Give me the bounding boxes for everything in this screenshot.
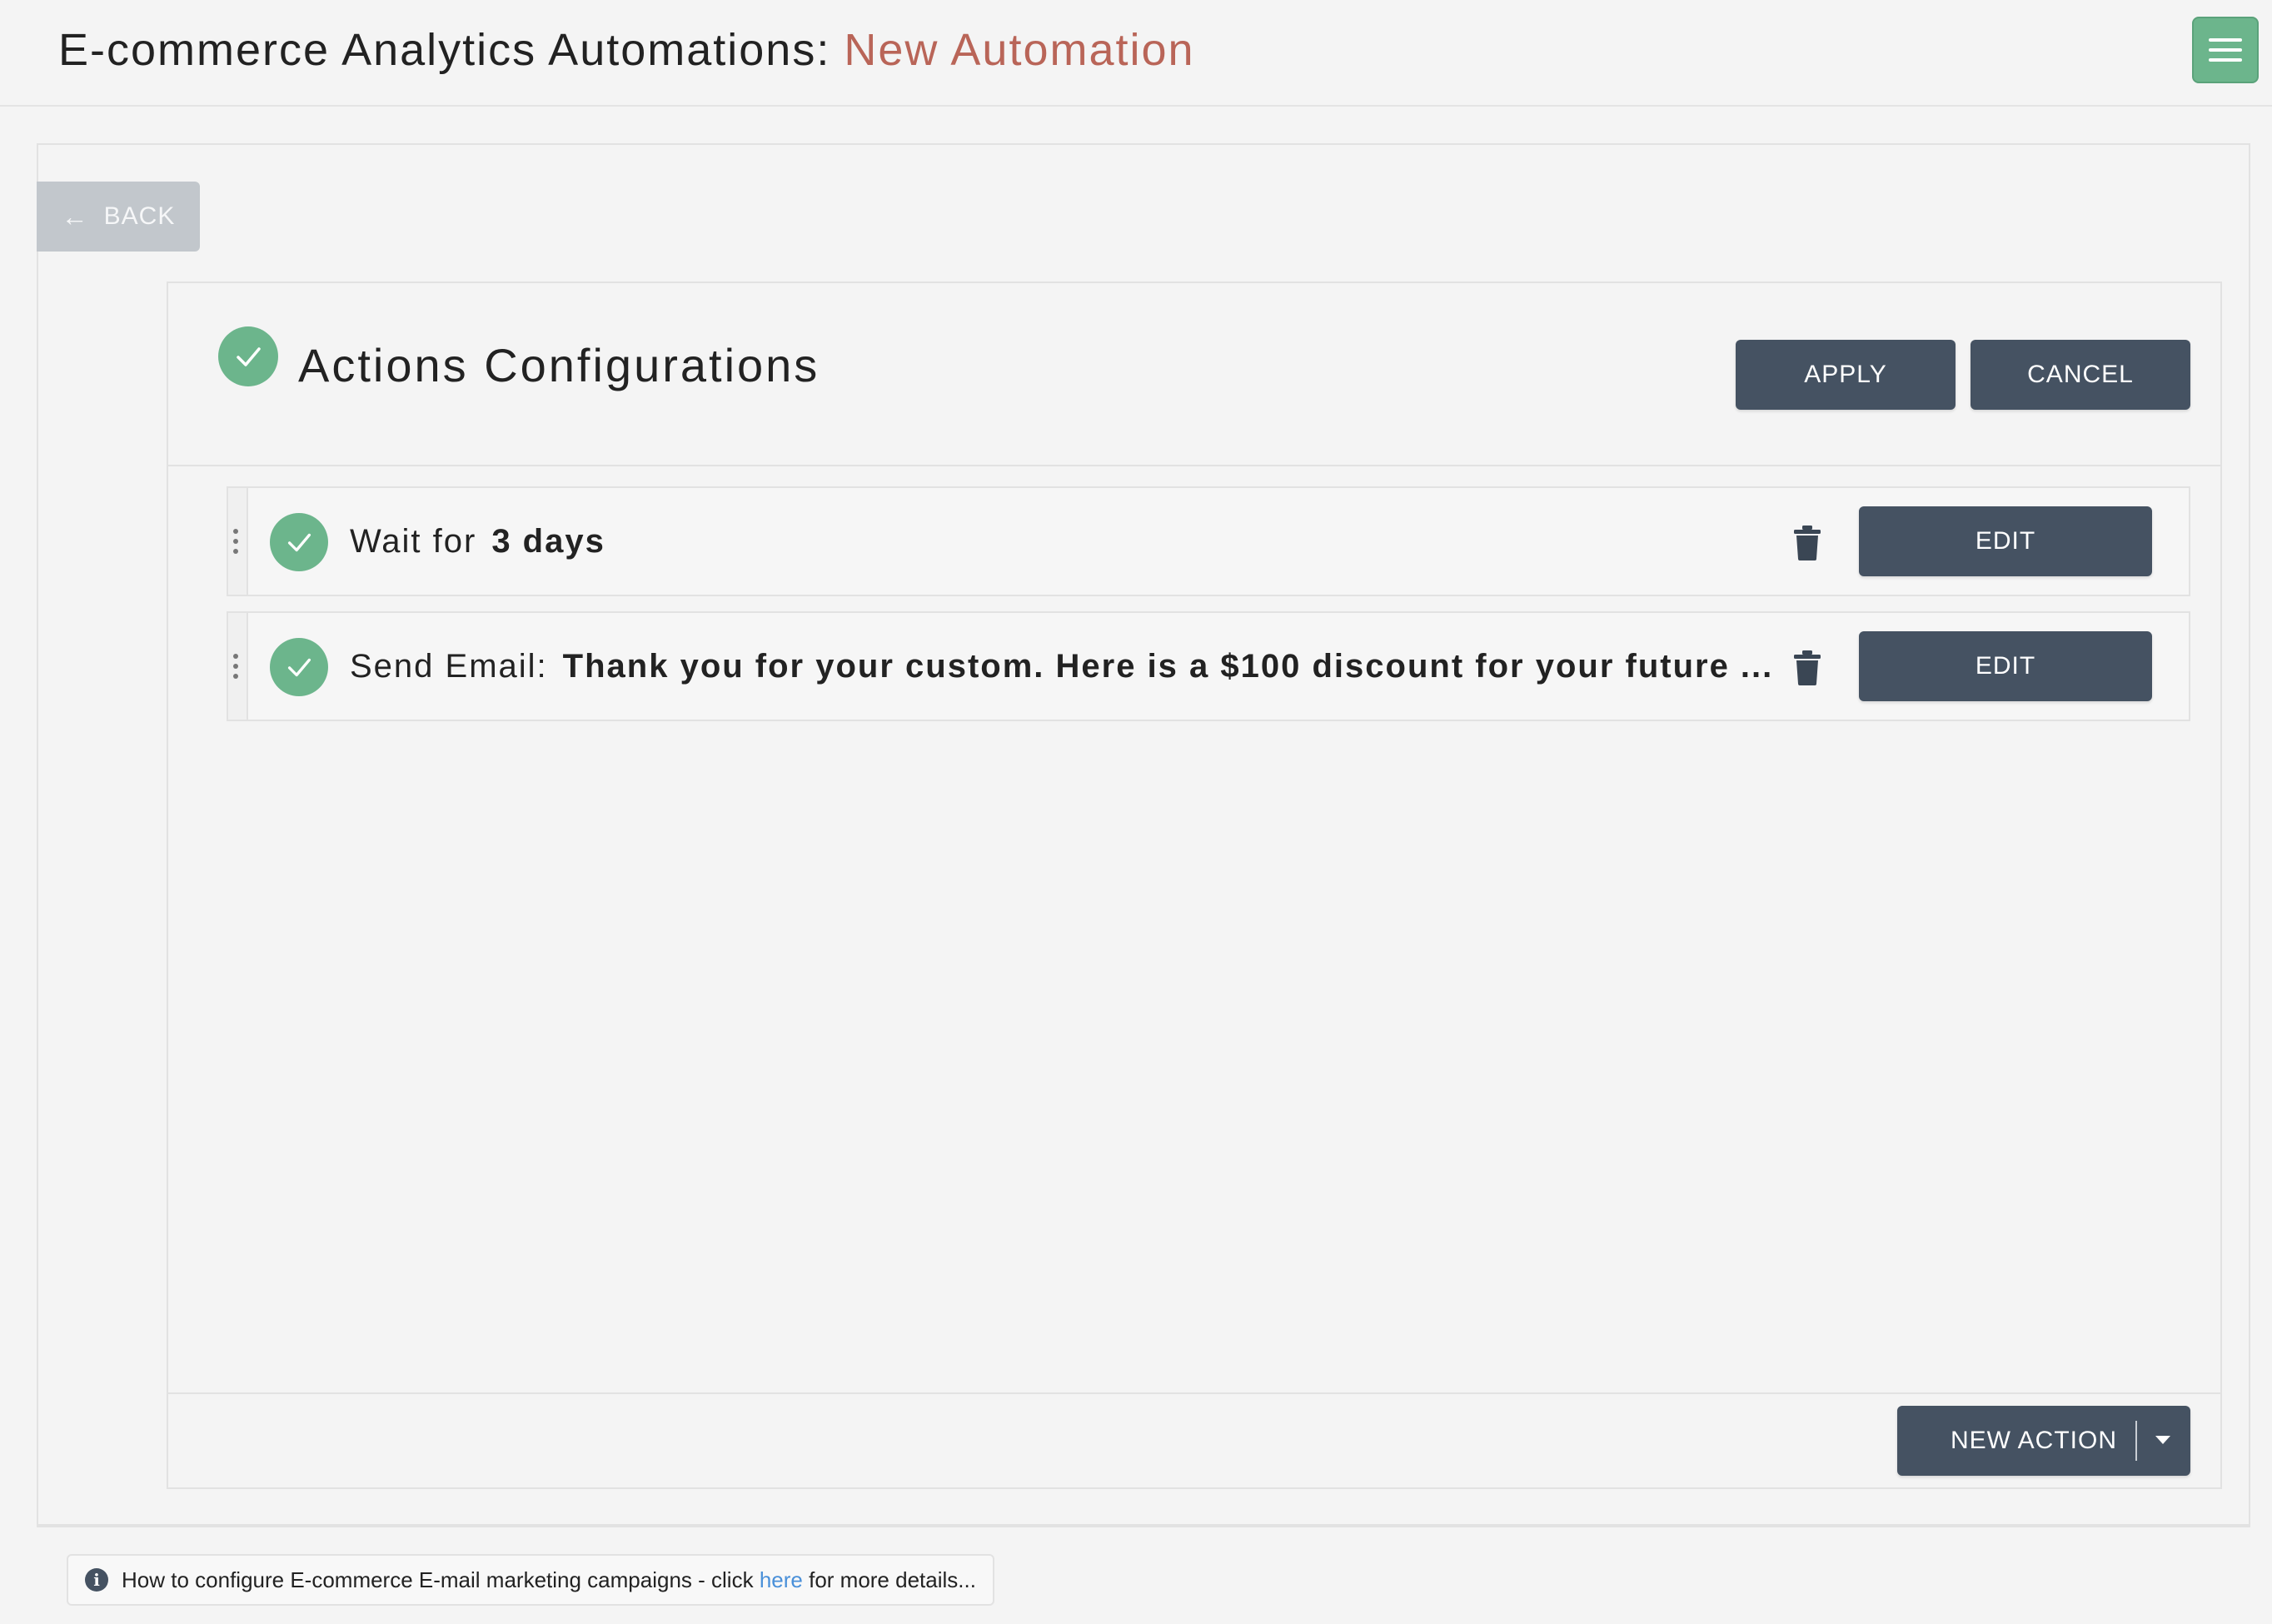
action-value: 3 days xyxy=(491,522,605,560)
arrow-left-icon: ← xyxy=(61,201,89,232)
check-circle-icon xyxy=(270,638,328,696)
actions-configurations-card xyxy=(167,281,2222,1489)
action-row-wait: Wait for 3 days EDIT xyxy=(227,486,2190,596)
hamburger-menu-icon[interactable] xyxy=(2192,17,2259,83)
help-info-box: i How to configure E-commerce E-mail mar… xyxy=(67,1554,994,1606)
new-action-label[interactable]: NEW ACTION xyxy=(1951,1427,2117,1455)
page-title-automation-name: New Automation xyxy=(844,25,1195,75)
action-row-send-email: Send Email: Thank you for your custom. H… xyxy=(227,611,2190,721)
split-divider xyxy=(2135,1421,2137,1461)
check-circle-icon xyxy=(270,513,328,571)
drag-handle[interactable] xyxy=(228,488,248,595)
help-text: How to configure E-commerce E-mail marke… xyxy=(122,1567,976,1593)
back-button-label: BACK xyxy=(103,202,176,230)
help-text-before: How to configure E-commerce E-mail marke… xyxy=(122,1567,754,1592)
new-action-split-button[interactable]: NEW ACTION xyxy=(1897,1406,2190,1476)
drag-handle-icon[interactable] xyxy=(233,529,238,554)
info-icon: i xyxy=(85,1568,108,1592)
edit-button[interactable]: EDIT xyxy=(1859,506,2152,576)
cancel-button[interactable]: CANCEL xyxy=(1971,340,2190,410)
caret-down-icon[interactable] xyxy=(2155,1436,2170,1444)
page-title: E-commerce Analytics Automations: New Aut… xyxy=(58,23,1195,77)
help-link[interactable]: here xyxy=(760,1567,803,1592)
action-type-label: Wait for xyxy=(350,522,477,560)
card-header-divider xyxy=(167,465,2222,466)
check-circle-icon xyxy=(218,326,278,386)
page-title-main: E-commerce Analytics Automations: xyxy=(58,25,831,75)
action-type-label: Send Email: xyxy=(350,647,548,685)
apply-button[interactable]: APPLY xyxy=(1736,340,1956,410)
drag-handle-icon[interactable] xyxy=(233,654,238,679)
action-row-text: Wait for 3 days xyxy=(350,488,605,595)
action-row-text: Send Email: Thank you for your custom. H… xyxy=(350,613,1773,720)
drag-handle[interactable] xyxy=(228,613,248,720)
help-text-after: for more details... xyxy=(809,1567,976,1592)
actions-card-title: Actions Configurations xyxy=(298,339,820,391)
edit-button[interactable]: EDIT xyxy=(1859,631,2152,701)
card-footer-divider xyxy=(167,1392,2222,1394)
footer-divider xyxy=(37,1526,2250,1527)
trash-icon[interactable] xyxy=(1792,650,1822,686)
app-header: E-commerce Analytics Automations: New Aut… xyxy=(0,0,2272,107)
trash-icon[interactable] xyxy=(1792,525,1822,561)
action-value: Thank you for your custom. Here is a $10… xyxy=(562,647,1774,685)
back-button[interactable]: ← BACK xyxy=(37,182,200,252)
